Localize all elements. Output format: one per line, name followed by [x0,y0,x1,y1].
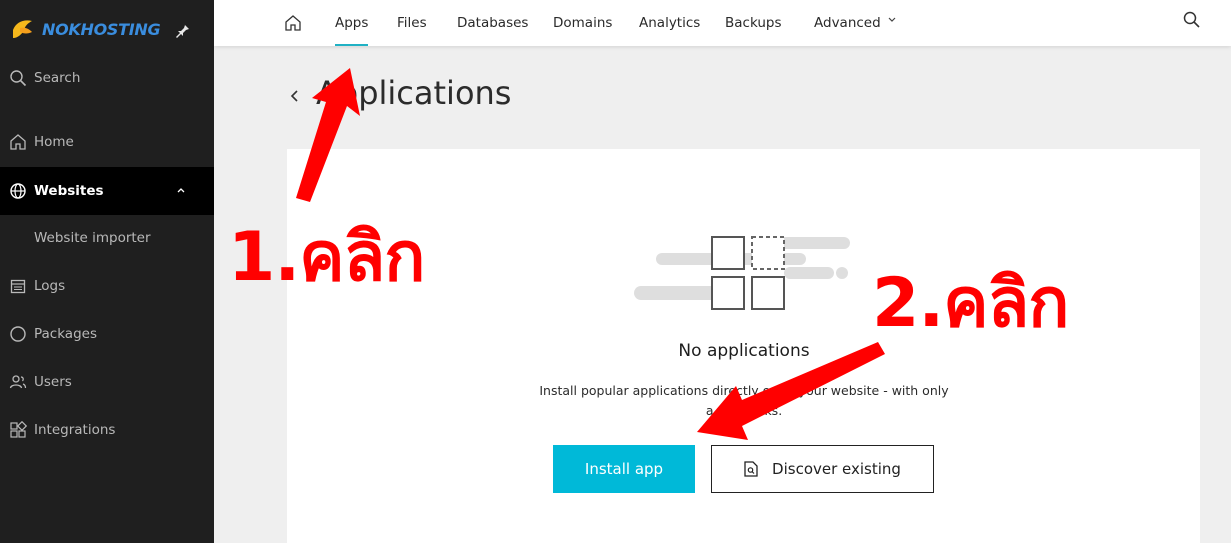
tab-home[interactable] [284,0,306,46]
tab-advanced[interactable]: Advanced [814,0,897,46]
home-icon [285,15,301,31]
home-icon [10,134,26,150]
search-icon[interactable] [1182,10,1202,30]
chevron-down-icon [888,17,896,22]
install-app-label: Install app [584,460,664,478]
brand-logo-icon [13,20,32,38]
sidebar-item-website-importer[interactable]: Website importer [0,214,214,262]
globe-icon [10,183,26,199]
empty-state-title: No applications [678,341,810,361]
sidebar-item-label: Integrations [34,422,116,438]
apps-placeholder-illustration [634,236,850,310]
page-title: Applications [316,74,512,112]
chevron-up-icon[interactable] [176,185,186,195]
annotation-step2: 2.คลิก [872,264,1069,343]
tab-label: Apps [335,15,369,31]
tab-label: Domains [553,15,613,31]
back-arrow-icon[interactable] [289,88,301,104]
tab-databases[interactable]: Databases [457,0,528,46]
sidebar-item-label: Packages [34,326,97,342]
install-app-button[interactable]: Install app [553,445,695,493]
tab-apps[interactable]: Apps [335,0,369,46]
tab-files[interactable]: Files [397,0,427,46]
grid-icon [10,421,27,438]
sidebar-item-label: Website importer [34,230,151,246]
brand[interactable]: NOKHOSTING [10,16,161,42]
sidebar-item-label: Search [34,70,81,86]
empty-state-description: Install popular applications directly on… [539,383,949,418]
sidebar-item-label: Users [34,374,72,390]
sidebar-item-websites[interactable]: Websites [0,167,214,215]
tab-label: Databases [457,15,529,31]
tab-analytics[interactable]: Analytics [639,0,700,46]
discover-existing-button[interactable]: Discover existing [711,445,934,493]
sidebar-item-integrations[interactable]: Integrations [0,406,214,454]
pin-icon[interactable] [174,22,190,38]
document-search-icon [744,461,758,477]
sidebar-item-label: Logs [34,278,66,294]
tab-label: Files [397,15,427,31]
sidebar-item-users[interactable]: Users [0,358,214,406]
discover-existing-label: Discover existing [772,460,901,478]
sidebar-item-label: Home [34,134,74,150]
tab-backups[interactable]: Backups [725,0,782,46]
circle-icon [10,326,26,342]
tab-label: Analytics [639,15,701,31]
calendar-icon [10,279,26,294]
sidebar-item-packages[interactable]: Packages [0,310,214,358]
search-icon [10,70,27,87]
users-icon [9,375,27,389]
annotation-step1: 1.คลิก [228,218,425,297]
sidebar: NOKHOSTING Search Home Websites Website … [0,0,214,543]
tab-label: Backups [725,15,782,31]
sidebar-item-search[interactable]: Search [0,54,214,102]
top-nav: Apps Files Databases Domains Analytics B… [214,0,1231,46]
sidebar-item-logs[interactable]: Logs [0,262,214,310]
tab-domains[interactable]: Domains [553,0,612,46]
sidebar-item-label: Websites [34,183,104,199]
brand-name: NOKHOSTING [42,19,161,39]
sidebar-item-home[interactable]: Home [0,118,214,166]
tab-label: Advanced [814,15,881,31]
